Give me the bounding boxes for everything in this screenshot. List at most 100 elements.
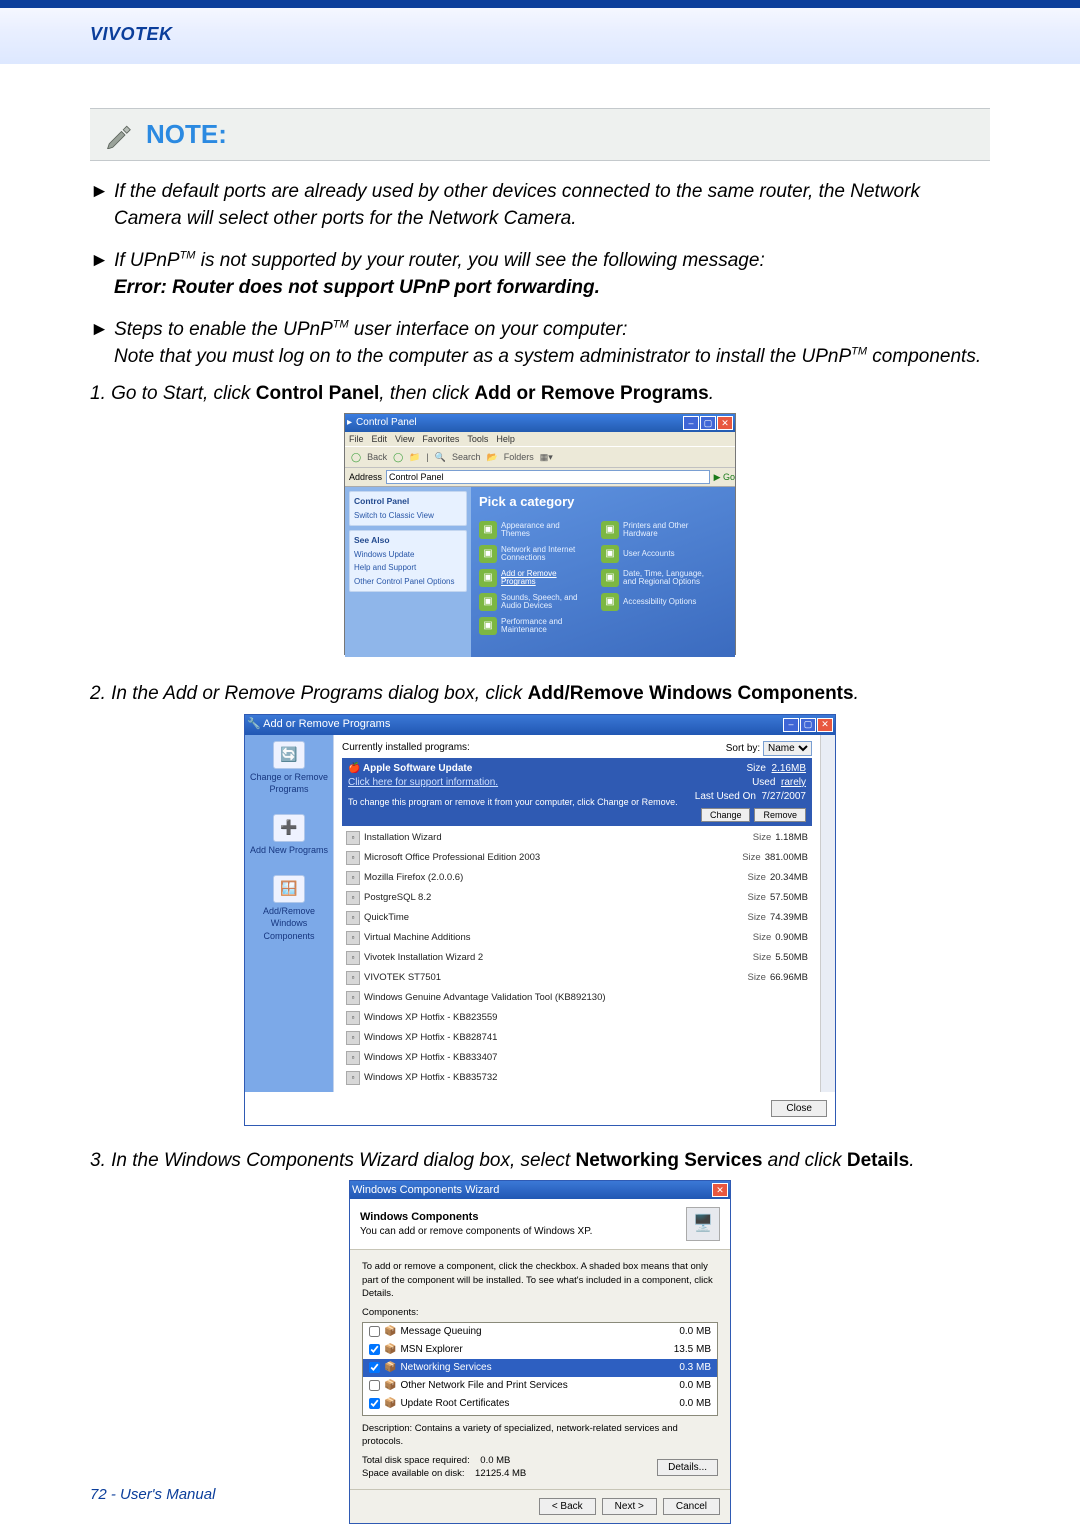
close-icon[interactable]: ✕ (712, 1183, 728, 1197)
program-name: Windows XP Hotfix - KB823559 (364, 1011, 497, 1024)
category-item[interactable]: ▣Appearance and Themes (479, 521, 589, 539)
selected-program[interactable]: 🍎 Apple Software Update Click here for s… (342, 758, 812, 826)
program-row[interactable]: ▫QuickTimeSize74.39MB (342, 908, 812, 928)
category-item[interactable]: ▣Accessibility Options (601, 593, 711, 611)
maximize-icon[interactable]: ▢ (800, 718, 816, 732)
program-row[interactable]: ▫Microsoft Office Professional Edition 2… (342, 848, 812, 868)
note-label: NOTE: (146, 119, 227, 150)
up-icon[interactable]: 📁 (409, 451, 420, 464)
screenshot-add-remove-programs: 🔧 Add or Remove Programs – ▢ ✕ 🔄Change o… (244, 714, 836, 1126)
back-button[interactable]: < Back (539, 1498, 596, 1515)
remove-button[interactable]: Remove (754, 808, 806, 822)
component-row[interactable]: 📦 MSN Explorer13.5 MB (363, 1341, 717, 1359)
forward-icon[interactable]: ◯ (393, 451, 403, 464)
program-row[interactable]: ▫Windows Genuine Advantage Validation To… (342, 988, 812, 1008)
go-button[interactable]: ▶ Go (714, 471, 735, 484)
next-button[interactable]: Next > (602, 1498, 657, 1515)
screenshot-components-wizard: Windows Components Wizard ✕ Windows Comp… (349, 1180, 731, 1523)
program-size: 20.34MB (770, 872, 808, 883)
program-row[interactable]: ▫VIVOTEK ST7501Size66.96MB (342, 968, 812, 988)
component-checkbox[interactable] (369, 1380, 380, 1391)
program-row[interactable]: ▫Windows XP Hotfix - KB828741 (342, 1028, 812, 1048)
program-icon: ▫ (346, 1051, 360, 1065)
component-name: MSN Explorer (400, 1343, 462, 1357)
program-name: PostgreSQL 8.2 (364, 891, 431, 904)
side-tab[interactable]: 🔄Change or Remove Programs (249, 741, 329, 796)
folders-icon[interactable]: 📂 (486, 451, 497, 464)
program-name: Mozilla Firefox (2.0.0.6) (364, 871, 463, 884)
component-icon: 📦 (384, 1343, 396, 1357)
category-item[interactable]: ▣Sounds, Speech, and Audio Devices (479, 593, 589, 611)
close-icon[interactable]: ✕ (817, 718, 833, 732)
change-button[interactable]: Change (701, 808, 751, 822)
side-icon: ➕ (273, 814, 305, 842)
support-link[interactable]: Click here for support information. (348, 777, 498, 788)
switch-classic-link[interactable]: Switch to Classic View (354, 510, 462, 521)
program-icon: ▫ (346, 871, 360, 885)
components-icon: 🖥️ (686, 1207, 720, 1241)
program-size: 66.96MB (770, 972, 808, 983)
window-title: Windows Components Wizard (352, 1183, 499, 1198)
program-row[interactable]: ▫Virtual Machine AdditionsSize0.90MB (342, 928, 812, 948)
category-label: Printers and Other Hardware (623, 522, 711, 540)
details-button[interactable]: Details... (657, 1459, 718, 1476)
program-row[interactable]: ▫PostgreSQL 8.2Size57.50MB (342, 888, 812, 908)
category-item[interactable]: ▣Printers and Other Hardware (601, 521, 711, 539)
program-row[interactable]: ▫ Windows XP Hotfix - KB833407 (342, 1048, 812, 1068)
side-tab[interactable]: ➕Add New Programs (249, 814, 329, 857)
category-label: Add or Remove Programs (501, 570, 589, 588)
side-icon: 🔄 (273, 741, 305, 769)
program-row[interactable]: ▫Windows XP Hotfix - KB835732 (342, 1068, 812, 1088)
category-item[interactable]: ▣User Accounts (601, 545, 711, 563)
component-checkbox[interactable] (369, 1362, 380, 1373)
category-icon: ▣ (601, 521, 619, 539)
back-icon[interactable]: ◯ (351, 451, 361, 464)
views-icon[interactable]: ▦▾ (540, 451, 553, 464)
see-also-link[interactable]: Other Control Panel Options (354, 576, 462, 587)
note-bullet-3: ► Steps to enable the UPnPTM user interf… (90, 317, 990, 370)
menu-bar[interactable]: FileEditViewFavoritesToolsHelp (345, 432, 735, 446)
component-size: 0.0 MB (679, 1379, 711, 1393)
see-also-link[interactable]: Windows Update (354, 549, 462, 560)
sort-by-select[interactable]: Name (763, 741, 812, 756)
component-name: Message Queuing (400, 1325, 481, 1339)
scrollbar[interactable] (820, 735, 835, 1092)
component-row[interactable]: 📦 Update Root Certificates0.0 MB (363, 1395, 717, 1413)
component-size: 0.0 MB (679, 1325, 711, 1339)
address-input[interactable] (386, 470, 710, 484)
side-tab[interactable]: 🪟Add/Remove Windows Components (249, 875, 329, 943)
category-item[interactable]: ▣Performance and Maintenance (479, 617, 589, 635)
toolbar[interactable]: ◯Back ◯ 📁 | 🔍Search 📂Folders ▦▾ (345, 446, 735, 468)
component-checkbox[interactable] (369, 1326, 380, 1337)
category-item[interactable]: ▣Add or Remove Programs (479, 569, 589, 587)
component-checkbox[interactable] (369, 1398, 380, 1409)
components-label: Components: (362, 1306, 718, 1319)
search-icon[interactable]: 🔍 (435, 451, 446, 464)
component-checkbox[interactable] (369, 1344, 380, 1355)
program-row[interactable]: ▫Installation WizardSize1.18MB (342, 828, 812, 848)
program-row[interactable]: ▫Mozilla Firefox (2.0.0.6)Size20.34MB (342, 868, 812, 888)
category-icon: ▣ (601, 545, 619, 563)
component-description: Description: Contains a variety of speci… (362, 1422, 718, 1449)
note-bullet-1: ► If the default ports are already used … (90, 179, 990, 232)
category-item[interactable]: ▣Network and Internet Connections (479, 545, 589, 563)
close-icon[interactable]: ✕ (717, 416, 733, 430)
program-name: Installation Wizard (364, 831, 442, 844)
component-row[interactable]: 📦 Networking Services0.3 MB (363, 1359, 717, 1377)
category-item[interactable]: ▣Date, Time, Language, and Regional Opti… (601, 569, 711, 587)
component-row[interactable]: 📦 Message Queuing0.0 MB (363, 1323, 717, 1341)
close-button[interactable]: Close (771, 1100, 827, 1117)
minimize-icon[interactable]: – (783, 718, 799, 732)
program-row[interactable]: ▫Windows XP Hotfix - KB823559 (342, 1008, 812, 1028)
window-title: ▸Control Panel (347, 416, 417, 430)
cancel-button[interactable]: Cancel (663, 1498, 720, 1515)
program-row[interactable]: ▫Vivotek Installation Wizard 2Size5.50MB (342, 948, 812, 968)
program-name: Windows XP Hotfix - KB833407 (364, 1051, 497, 1064)
minimize-icon[interactable]: – (683, 416, 699, 430)
program-size: 0.90MB (775, 932, 808, 943)
program-icon: ▫ (346, 971, 360, 985)
see-also-link[interactable]: Help and Support (354, 562, 462, 573)
maximize-icon[interactable]: ▢ (700, 416, 716, 430)
brand: VIVOTEK (90, 24, 173, 45)
component-row[interactable]: 📦 Other Network File and Print Services0… (363, 1377, 717, 1395)
